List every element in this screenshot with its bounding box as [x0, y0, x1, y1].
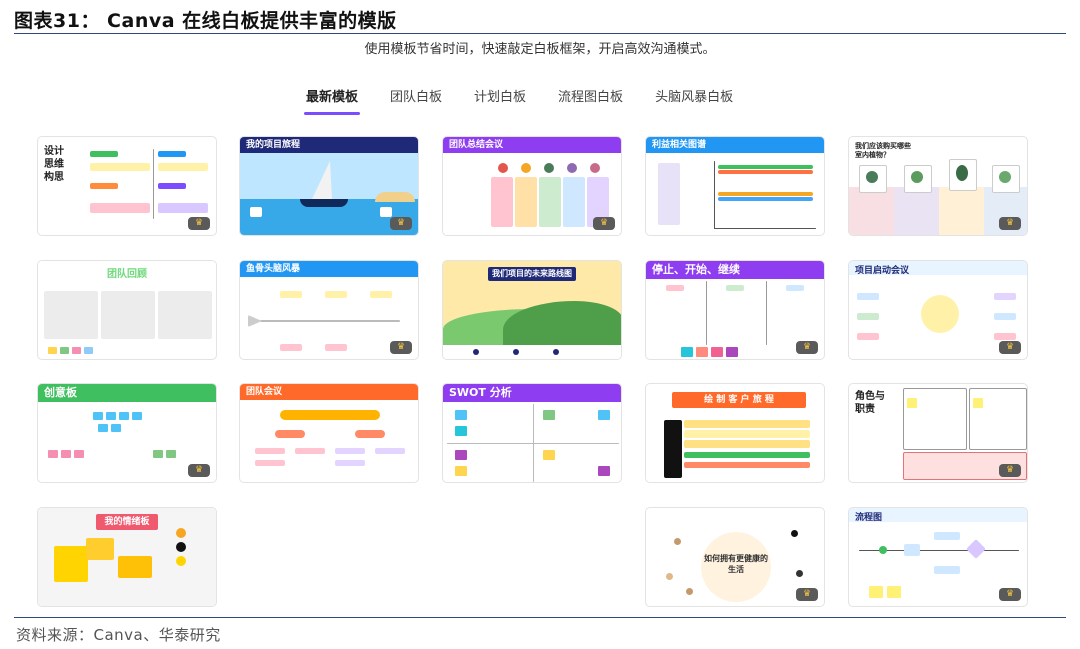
card-title: 团队会议 [240, 384, 418, 400]
crown-icon: ♛ [999, 217, 1021, 230]
template-card-kickoff[interactable]: 项目启动会议 ♛ [848, 260, 1028, 360]
tab-plan[interactable]: 计划白板 [458, 86, 542, 115]
card-title: 设计 思维 构思 [44, 146, 64, 183]
template-card-swot[interactable]: SWOT 分析 [442, 383, 622, 483]
crown-icon: ♛ [188, 217, 210, 230]
template-card-design-thinking[interactable]: 设计 思维 构思 ♛ [37, 136, 217, 236]
card-title: 角色与 职责 [855, 391, 885, 415]
template-tabs: 最新模板 团队白板 计划白板 流程图白板 头脑风暴白板 [290, 86, 749, 115]
crown-icon: ♛ [796, 341, 818, 354]
top-rule [14, 33, 1066, 34]
card-title: 我的情绪板 [96, 514, 158, 530]
crown-icon: ♛ [999, 464, 1021, 477]
template-card-healthy-life[interactable]: 如何拥有更健康的 生活 ♛ [645, 507, 825, 607]
tab-flowchart[interactable]: 流程图白板 [542, 86, 639, 115]
template-card-project-journey[interactable]: 我的项目旅程 ♛ [239, 136, 419, 236]
card-title: 流程图 [855, 513, 883, 523]
template-card-customer-journey[interactable]: 绘 制 客 户 旅 程 [645, 383, 825, 483]
page-subtitle: 使用模板节省时间，快速敲定白板框架，开启高效沟通模式。 [364, 42, 716, 57]
crown-icon: ♛ [999, 588, 1021, 601]
crown-icon: ♛ [999, 341, 1021, 354]
template-card-roles[interactable]: 角色与 职责 ♛ [848, 383, 1028, 483]
card-title: 我的项目旅程 [240, 137, 418, 153]
template-card-stop-start-continue[interactable]: 停止、开始、继续 ♛ [645, 260, 825, 360]
crown-icon: ♛ [390, 217, 412, 230]
card-title: SWOT 分析 [443, 384, 621, 402]
card-title: 鱼骨头脑风暴 [240, 261, 418, 277]
template-card-team-summary[interactable]: 团队总结会议 ♛ [442, 136, 622, 236]
template-card-idea-board[interactable]: 创意板 ♛ [37, 383, 217, 483]
bottom-rule [14, 617, 1066, 618]
source-note: 资料来源：Canva、华泰研究 [16, 626, 221, 644]
crown-icon: ♛ [188, 464, 210, 477]
card-title: 我们应该购买哪些室内植物？ [855, 142, 911, 159]
template-card-flowchart[interactable]: 流程图 ♛ [848, 507, 1028, 607]
crown-icon: ♛ [390, 341, 412, 354]
card-title: 团队回顾 [107, 269, 147, 280]
template-card-roadmap[interactable]: 我们项目的未来路线图 [442, 260, 622, 360]
template-card-plants[interactable]: 我们应该购买哪些室内植物？ ♛ [848, 136, 1028, 236]
tab-latest[interactable]: 最新模板 [290, 86, 374, 115]
card-title: 利益相关图谱 [646, 137, 824, 153]
card-title: 创意板 [38, 384, 216, 402]
card-title: 停止、开始、继续 [646, 261, 824, 279]
figure-title: 图表31： Canva 在线白板提供丰富的模版 [14, 10, 397, 32]
template-card-team-retro[interactable]: 团队回顾 [37, 260, 217, 360]
card-title: 绘 制 客 户 旅 程 [672, 392, 806, 408]
tab-team[interactable]: 团队白板 [374, 86, 458, 115]
template-card-team-meeting[interactable]: 团队会议 [239, 383, 419, 483]
crown-icon: ♛ [593, 217, 615, 230]
card-title: 我们项目的未来路线图 [488, 267, 576, 281]
template-card-mood-board[interactable]: 我的情绪板 [37, 507, 217, 607]
template-card-fishbone[interactable]: 鱼骨头脑风暴 ♛ [239, 260, 419, 360]
tab-brainstorm[interactable]: 头脑风暴白板 [639, 86, 749, 115]
card-title: 团队总结会议 [443, 137, 621, 153]
card-title: 如何拥有更健康的 生活 [704, 554, 768, 574]
template-card-stakeholder[interactable]: 利益相关图谱 [645, 136, 825, 236]
crown-icon: ♛ [796, 588, 818, 601]
card-title: 项目启动会议 [855, 266, 910, 276]
